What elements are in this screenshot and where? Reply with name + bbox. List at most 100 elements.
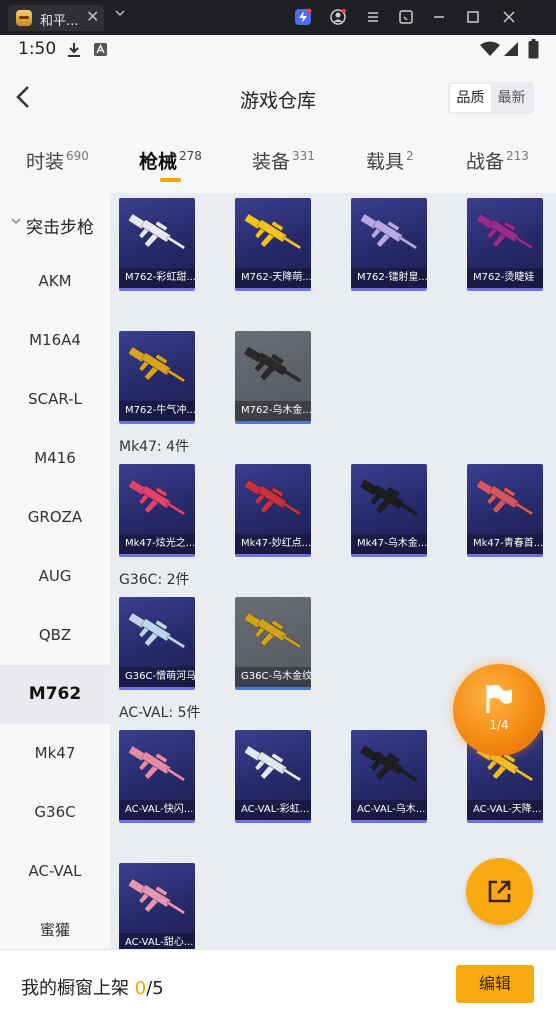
maximize-icon[interactable] [464,8,482,26]
close-window-icon[interactable] [500,8,518,26]
showcase-flag-button[interactable]: 1/4 [453,664,545,756]
skin-card[interactable]: M762-乌木金... [235,331,311,424]
skin-name: AC-VAL-乌木... [351,800,427,820]
skin-name: AC-VAL-快闪... [119,800,195,820]
skin-card[interactable]: Mk47-炫光之... [119,464,195,557]
showcase-label: 我的橱窗上架 [21,978,129,999]
skin-name: G36C-乌木金纹 [235,667,311,687]
battery-icon [528,39,539,59]
skin-card[interactable]: M762-彩虹甜... [119,198,195,291]
rifle-icon [128,878,186,915]
skin-name: M762-彩虹甜... [119,268,195,288]
section-label-g36c: G36C: 2件 [119,572,190,588]
tab-label: 战备 [466,151,505,173]
sidebar-item-m16a4[interactable]: M16A4 [0,311,110,370]
skin-card[interactable]: G36C-憎萌河马 [119,597,195,690]
tab-count: 331 [292,149,315,163]
skin-card[interactable]: AC-VAL-快闪... [119,730,195,823]
share-button[interactable] [466,858,533,925]
edit-button[interactable]: 编辑 [456,965,534,1003]
tab-weapons[interactable]: 枪械 278 [139,147,202,174]
tab-outfits[interactable]: 时装 690 [26,147,89,174]
chevron-down-icon[interactable] [114,7,126,19]
sort-by-newest-button[interactable]: 最新 [491,84,532,112]
tab-label: 枪械 [139,151,178,173]
skin-name: Mk47-青春首... [467,534,543,554]
sidebar-item-qbz[interactable]: QBZ [0,606,110,665]
skin-name: G36C-憎萌河马 [119,667,195,687]
sidebar-group-assault-rifles[interactable]: 突击步枪 [0,203,110,243]
page-header: 游戏仓库 品质 最新 [0,67,556,131]
skin-card[interactable]: M762-烫睫娃 [467,198,543,291]
sidebar-item-scar-l[interactable]: SCAR-L [0,370,110,429]
wifi-icon [480,41,500,56]
skin-card[interactable]: M762-牛气冲... [119,331,195,424]
category-tabs: 时装 690 枪械 278 装备 331 载具 2 战备 213 [0,131,556,193]
rifle-icon [476,213,534,250]
tab-count: 213 [506,149,529,163]
sort-by-quality-button[interactable]: 品质 [450,84,491,112]
rifle-icon [360,213,418,250]
tab-battle-prep[interactable]: 战备 213 [466,147,529,174]
skin-card[interactable]: M762-天降萌... [235,198,311,291]
tab-equipment[interactable]: 装备 331 [252,147,315,174]
tab-count: 690 [66,149,89,163]
skin-name: M762-牛气冲... [119,401,195,421]
close-tab-icon[interactable]: ✕ [86,7,99,26]
menu-icon[interactable] [364,8,382,26]
sidebar-item-groza[interactable]: GROZA [0,488,110,547]
bottom-bar: 我的橱窗上架 0/5 编辑 [0,949,556,1019]
sidebar-item-ac-val[interactable]: AC-VAL [0,842,110,901]
showcase-total: /5 [146,978,164,999]
skin-card[interactable]: AC-VAL-彩虹... [235,730,311,823]
rifle-icon [244,213,302,250]
signal-icon [504,42,518,56]
sidebar-item-mk47[interactable]: Mk47 [0,724,110,783]
skin-name: M762-镭射皇... [351,268,427,288]
screenshot-icon[interactable] [397,8,415,26]
tab-vehicles[interactable]: 载具 2 [366,147,414,174]
skin-name: AC-VAL-彩虹... [235,800,311,820]
sidebar-item-aug[interactable]: AUG [0,547,110,606]
skin-card[interactable]: AC-VAL-乌木... [351,730,427,823]
minimize-icon[interactable] [430,8,448,26]
sidebar-item-akm[interactable]: AKM [0,252,110,311]
rifle-icon [244,346,302,383]
tab-count: 278 [179,149,202,163]
skin-name: M762-乌木金... [235,401,311,421]
rifle-icon [128,612,186,649]
skin-name: AC-VAL-甜心... [119,933,195,949]
skin-card[interactable]: Mk47-乌木金... [351,464,427,557]
rifle-icon [128,213,186,250]
weapon-skin-grid: Mk47: 4件 G36C: 2件 AC-VAL: 5件 M762-彩虹甜...… [110,193,556,949]
account-icon[interactable] [329,8,347,26]
rifle-icon [128,346,186,383]
emulator-tab[interactable]: 和平... ✕ [8,5,104,31]
showcase-status: 我的橱窗上架 0/5 [21,974,164,1000]
flag-icon [486,684,512,713]
status-bar: 1:50 [0,35,556,67]
sidebar-item-g36c[interactable]: G36C [0,783,110,842]
sidebar-item-m416[interactable]: M416 [0,429,110,488]
skin-card[interactable]: AC-VAL-甜心... [119,863,195,949]
skin-name: AC-VAL-天降... [467,800,543,820]
skin-card[interactable]: M762-镭射皇... [351,198,427,291]
section-label-ac-val: AC-VAL: 5件 [119,705,201,721]
skin-name: Mk47-妙红点... [235,534,311,554]
rifle-icon [244,745,302,782]
app-logo-icon [16,10,32,26]
tab-label: 时装 [26,151,65,173]
sort-toggle: 品质 最新 [448,82,534,114]
flag-count: 1/4 [489,718,509,732]
boost-icon[interactable] [294,8,312,26]
skin-card[interactable]: G36C-乌木金纹 [235,597,311,690]
rifle-icon [360,479,418,516]
tab-label: 装备 [252,151,291,173]
sidebar-item-honey-badger[interactable]: 蜜獾 [0,901,110,949]
section-label-mk47: Mk47: 4件 [119,439,190,455]
skin-card[interactable]: Mk47-妙红点... [235,464,311,557]
weapon-sidebar: 突击步枪 AKM M16A4 SCAR-L M416 GROZA AUG QBZ… [0,193,110,949]
sidebar-item-m762[interactable]: M762 [0,665,110,724]
skin-name: Mk47-乌木金... [351,534,427,554]
skin-card[interactable]: Mk47-青春首... [467,464,543,557]
